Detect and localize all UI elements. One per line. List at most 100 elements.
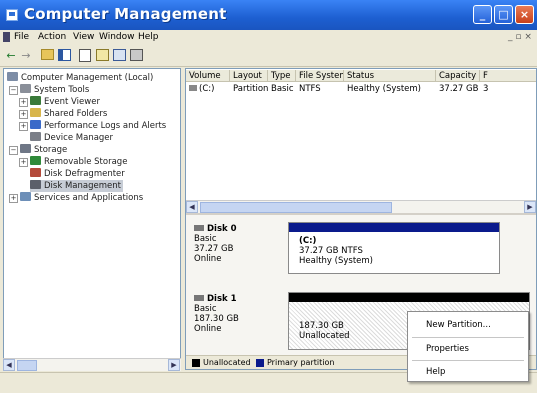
tree-node-removable-storage[interactable]: Removable Storage (30, 156, 127, 168)
column-header-file-system[interactable]: File System (296, 70, 344, 82)
column-header-type[interactable]: Type (268, 70, 296, 82)
device-manager-icon (30, 132, 41, 141)
menu-item-help[interactable]: Help (426, 367, 445, 377)
menu-item-properties[interactable]: Properties (426, 344, 469, 354)
child-window-controls[interactable]: _ ▫ × (508, 32, 532, 42)
disk-0-partition[interactable]: (C:) 37.27 GB NTFS Healthy (System) (288, 222, 500, 274)
disk-0-partition-size: 37.27 GB NTFS (299, 246, 363, 256)
tree-horizontal-scrollbar[interactable]: ◀ ▶ (3, 358, 181, 371)
menu-help[interactable]: Help (138, 32, 159, 42)
back-icon[interactable]: ← (4, 49, 18, 63)
storage-icon (20, 144, 31, 153)
disk-1-name: Disk 1 (207, 294, 237, 304)
forward-icon[interactable]: → (19, 49, 33, 63)
shared-folders-icon (30, 108, 41, 117)
maximize-button[interactable]: □ (494, 5, 513, 24)
app-icon (6, 9, 18, 21)
tree-node-root[interactable]: Computer Management (Local) (7, 72, 153, 84)
properties-icon[interactable] (78, 49, 92, 63)
disk-0-partition-bar (289, 223, 499, 232)
view-icon[interactable] (112, 49, 126, 63)
legend-label-unallocated: Unallocated (203, 358, 251, 367)
expand-storage[interactable]: − (9, 146, 18, 155)
cell-capacity: 37.27 GB (439, 84, 479, 94)
disk-1-partition-bar (289, 293, 529, 302)
disk-1-type: Basic (194, 304, 217, 314)
tree-node-services-applications[interactable]: Services and Applications (20, 192, 143, 204)
expand-system-tools[interactable]: − (9, 86, 18, 95)
close-button[interactable]: × (515, 5, 534, 24)
cell-volume[interactable]: (C:) (186, 84, 230, 95)
menu-separator (412, 337, 524, 338)
help-icon[interactable] (95, 49, 109, 63)
toolbar: ← → (0, 46, 537, 67)
expand-shared-folders[interactable]: + (19, 110, 28, 119)
column-header-layout[interactable]: Layout (230, 70, 268, 82)
tree-scroll-thumb[interactable] (17, 360, 37, 371)
volume-list: Volume Layout Type File System Status Ca… (186, 69, 536, 200)
legend-label-primary: Primary partition (267, 358, 335, 367)
disk-0-size: 37.27 GB (194, 244, 234, 254)
disk-management-icon (30, 180, 41, 189)
menu-file[interactable]: File (14, 32, 29, 42)
up-folder-icon[interactable] (40, 49, 54, 63)
menu-window[interactable]: Window (99, 32, 135, 42)
disk-0-type: Basic (194, 234, 217, 244)
disk-icon (194, 225, 204, 231)
disk-0-info[interactable]: Disk 0 Basic 37.27 GB Online (194, 224, 237, 264)
disk-1-size: 187.30 GB (194, 314, 239, 324)
menu-item-new-partition[interactable]: New Partition... (426, 320, 491, 330)
context-menu: New Partition... Properties Help (407, 311, 529, 382)
scroll-left-icon[interactable]: ◀ (3, 359, 15, 371)
computer-management-window: Computer Management _ □ × File Action Vi… (0, 0, 537, 393)
volume-icon (189, 85, 197, 91)
cell-status: Healthy (System) (347, 84, 421, 94)
disk-1-info[interactable]: Disk 1 Basic 187.30 GB Online (194, 294, 239, 334)
cell-type: Basic (271, 84, 294, 94)
column-header-status[interactable]: Status (344, 70, 436, 82)
tree-node-device-manager[interactable]: Device Manager (30, 132, 113, 144)
expand-event-viewer[interactable]: + (19, 98, 28, 107)
console-tree: Computer Management (Local) − System Too… (3, 68, 181, 370)
removable-storage-icon (30, 156, 41, 165)
disk-list-icon[interactable] (129, 49, 143, 63)
tree-node-event-viewer[interactable]: Event Viewer (30, 96, 100, 108)
window-title: Computer Management (24, 5, 227, 23)
computer-icon (7, 72, 18, 81)
cell-free: 3 (483, 84, 489, 94)
cell-file-system: NTFS (299, 84, 321, 94)
menu-grip-icon (3, 32, 10, 42)
expand-removable[interactable]: + (19, 158, 28, 167)
disk-0-partition-label: (C:) (299, 236, 317, 246)
show-hide-tree-icon[interactable] (57, 49, 71, 63)
tree-node-storage[interactable]: Storage (20, 144, 67, 156)
scroll-right-icon[interactable]: ▶ (524, 201, 536, 213)
column-header-free[interactable]: F (480, 70, 536, 82)
event-viewer-icon (30, 96, 41, 105)
services-icon (20, 192, 31, 201)
scroll-right-icon[interactable]: ▶ (168, 359, 180, 371)
column-header-volume[interactable]: Volume (186, 70, 230, 82)
expand-services[interactable]: + (9, 194, 18, 203)
menu-view[interactable]: View (73, 32, 94, 42)
scroll-left-icon[interactable]: ◀ (186, 201, 198, 213)
tree-node-disk-defragmenter[interactable]: Disk Defragmenter (30, 168, 125, 180)
tree-node-disk-management[interactable]: Disk Management (30, 180, 123, 192)
volume-scroll-thumb[interactable] (200, 202, 392, 213)
volume-list-scrollbar[interactable]: ◀ ▶ (186, 200, 536, 213)
menu-action[interactable]: Action (38, 32, 66, 42)
disk-1-partition-status: Unallocated (299, 331, 350, 341)
expand-perf-logs[interactable]: + (19, 122, 28, 131)
menu-bar: File Action View Window Help _ ▫ × (0, 30, 537, 45)
tree-node-shared-folders[interactable]: Shared Folders (30, 108, 107, 120)
menu-separator (412, 360, 524, 361)
disk-0-partition-status: Healthy (System) (299, 256, 373, 266)
legend-swatch-primary (256, 359, 264, 367)
performance-logs-icon (30, 120, 41, 129)
minimize-button[interactable]: _ (473, 5, 492, 24)
column-header-capacity[interactable]: Capacity (436, 70, 480, 82)
defragmenter-icon (30, 168, 41, 177)
tree-node-perf-logs[interactable]: Performance Logs and Alerts (30, 120, 166, 132)
disk-1-status: Online (194, 324, 222, 334)
tree-node-system-tools[interactable]: System Tools (20, 84, 89, 96)
